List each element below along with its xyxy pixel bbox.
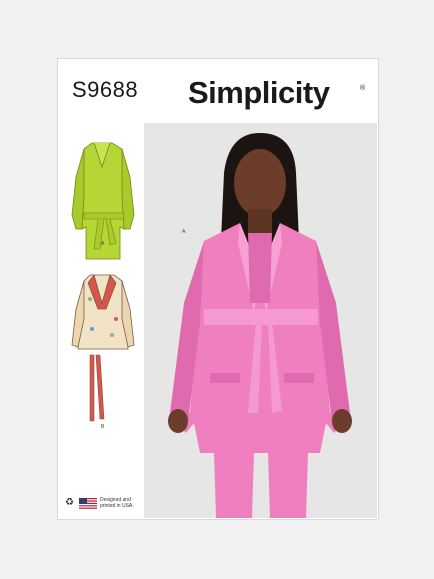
style-number: S9688 [72, 77, 139, 102]
designed-printed-text: Designed and printed in USA. [100, 497, 142, 509]
sketch-b-label: B [101, 424, 105, 430]
us-flag-icon [79, 498, 97, 509]
sketch-view-a [71, 142, 135, 260]
pattern-envelope: S9688 Simplicity ® A B A ♻ Designed and … [57, 58, 379, 520]
designed-line2: printed in USA. [100, 503, 134, 509]
brand-logo: Simplicity [188, 75, 330, 110]
registered-mark: ® [360, 85, 366, 92]
sketch-view-b [71, 274, 135, 422]
model-illustration [144, 123, 377, 518]
footer: ♻ Designed and printed in USA. [64, 495, 142, 511]
model-photo: A [144, 123, 377, 518]
sketch-a-label: A [101, 241, 105, 247]
recycle-icon: ♻ [65, 497, 74, 508]
photo-view-label: A [182, 229, 186, 235]
